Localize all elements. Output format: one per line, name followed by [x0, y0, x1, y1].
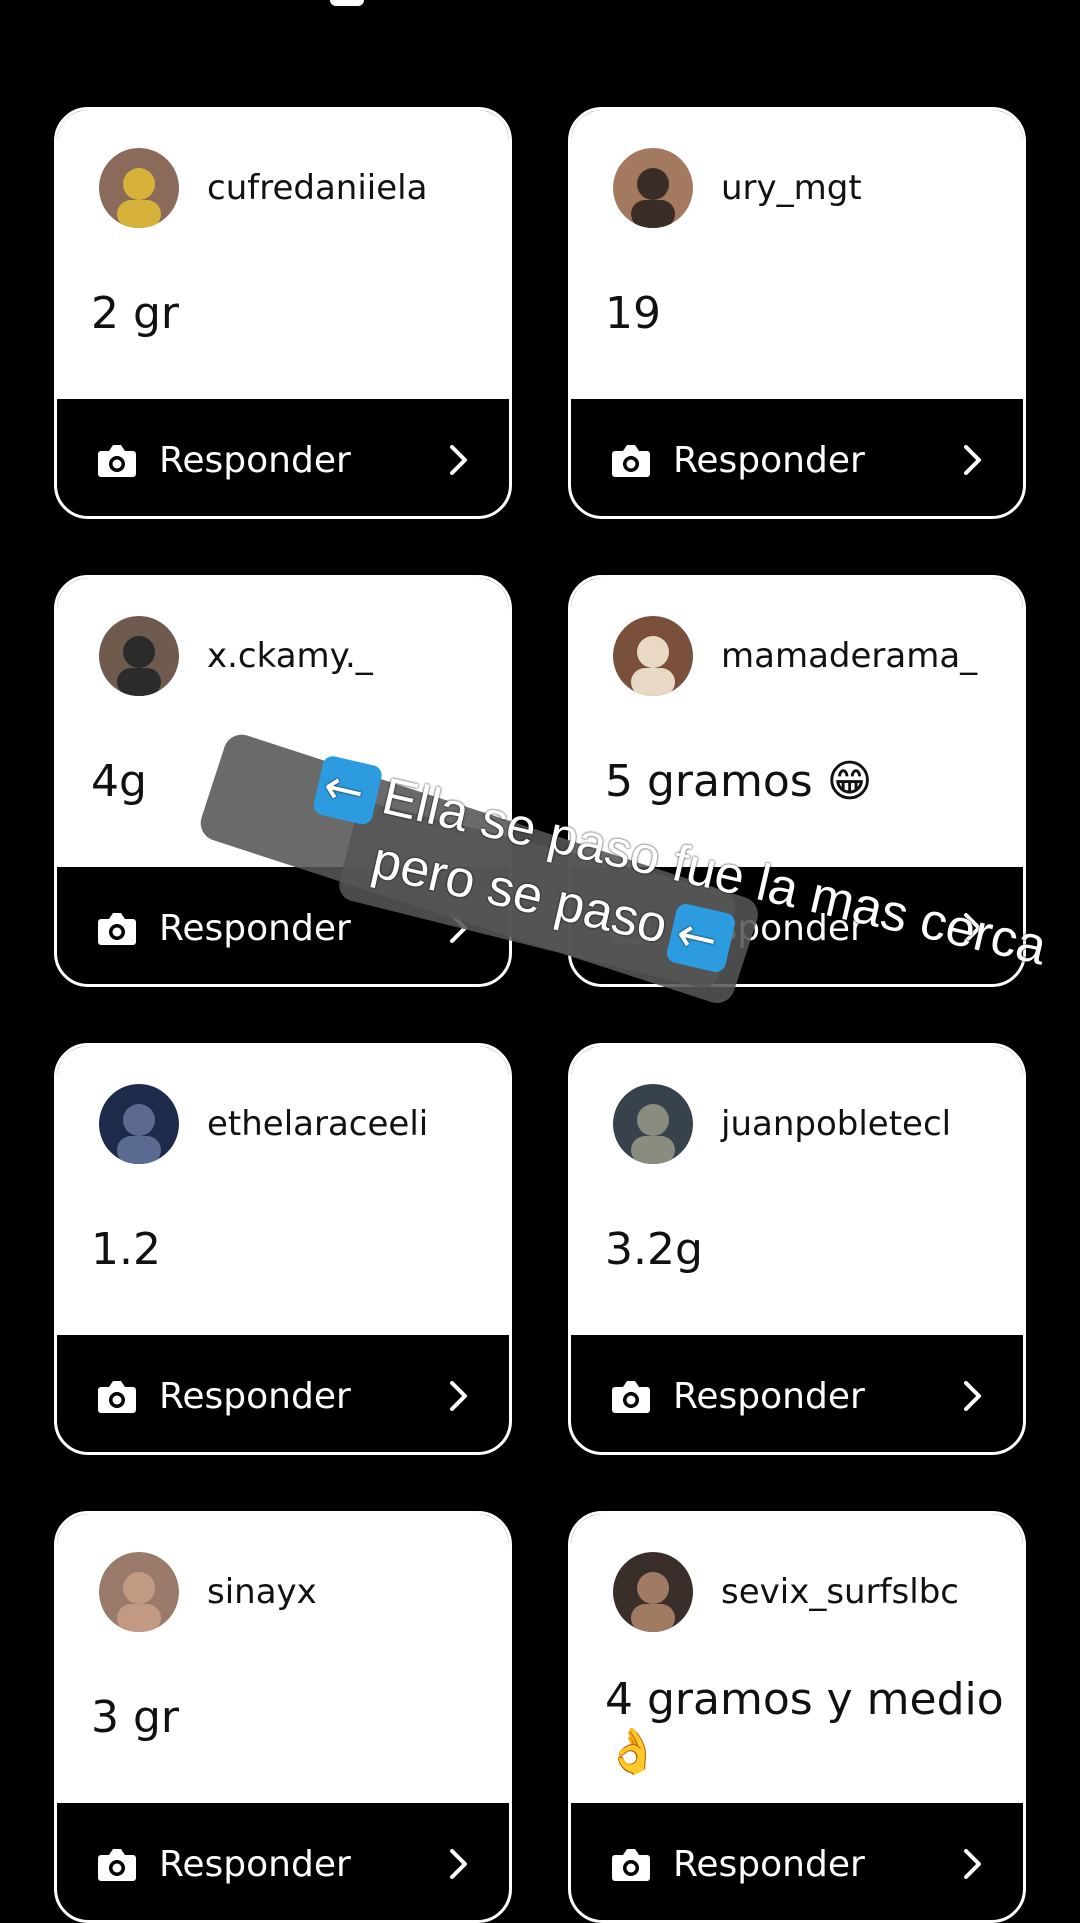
camera-icon: [98, 1381, 136, 1413]
avatar[interactable]: [613, 1552, 693, 1632]
chevron-right-icon: [450, 445, 467, 475]
answer-card: sinayx 3 gr Responder: [54, 1511, 512, 1923]
answer-text: 4g: [91, 756, 147, 807]
chevron-right-icon: [964, 1849, 981, 1879]
reply-label: Responder: [159, 1376, 351, 1417]
answer-card-content: cufredaniiela 2 gr: [57, 110, 509, 399]
reply-bar: Responder: [57, 867, 509, 984]
avatar[interactable]: [613, 1084, 693, 1164]
reply-button[interactable]: Responder: [57, 1803, 509, 1920]
reply-bar: Responder: [571, 1803, 1023, 1920]
answer-text: 2 gr: [91, 288, 179, 339]
username[interactable]: sinayx: [207, 1572, 317, 1612]
reply-label: Responder: [673, 1844, 865, 1885]
username[interactable]: juanpobletecl: [721, 1104, 951, 1144]
reply-bar: Responder: [57, 1803, 509, 1920]
reply-button[interactable]: Responder: [571, 1803, 1023, 1920]
reply-label: Responder: [673, 1376, 865, 1417]
answer-card-content: sevix_surfslbc 4 gramos y medio 👌: [571, 1514, 1023, 1803]
reply-bar: Responder: [571, 867, 1023, 984]
answer-card-content: ethelaraceeli 1.2: [57, 1046, 509, 1335]
reply-button[interactable]: Responder: [57, 1335, 509, 1452]
reply-button[interactable]: Responder: [57, 399, 509, 516]
top-edge: [0, 0, 1080, 24]
camera-icon: [98, 445, 136, 477]
username[interactable]: x.ckamy._: [207, 636, 373, 676]
camera-icon: [612, 1849, 650, 1881]
reply-bar: Responder: [571, 399, 1023, 516]
chevron-right-icon: [450, 1381, 467, 1411]
answer-text: 3.2g: [605, 1224, 703, 1275]
camera-icon: [612, 1381, 650, 1413]
reply-button[interactable]: Responder: [571, 399, 1023, 516]
chevron-right-icon: [964, 445, 981, 475]
reply-label: Responder: [159, 440, 351, 481]
answers-grid: cufredaniiela 2 gr Responder ury_mgt 19 …: [54, 107, 1026, 1923]
reply-bar: Responder: [571, 1335, 1023, 1452]
chevron-right-icon: [964, 1381, 981, 1411]
camera-icon: [98, 913, 136, 945]
username[interactable]: ethelaraceeli: [207, 1104, 428, 1144]
answer-card: ethelaraceeli 1.2 Responder: [54, 1043, 512, 1455]
reply-label: Responder: [159, 908, 351, 949]
username[interactable]: mamaderama_: [721, 636, 977, 676]
chevron-right-icon: [450, 913, 467, 943]
avatar[interactable]: [613, 616, 693, 696]
answer-card: juanpobletecl 3.2g Responder: [568, 1043, 1026, 1455]
avatar[interactable]: [99, 148, 179, 228]
username[interactable]: cufredaniiela: [207, 168, 427, 208]
reply-button[interactable]: Responder: [571, 867, 1023, 984]
answer-text: 3 gr: [91, 1692, 179, 1743]
answer-card-content: mamaderama_ 5 gramos 😁: [571, 578, 1023, 867]
camera-icon: [612, 445, 650, 477]
answer-card-content: x.ckamy._ 4g: [57, 578, 509, 867]
avatar[interactable]: [99, 1552, 179, 1632]
answer-card-content: juanpobletecl 3.2g: [571, 1046, 1023, 1335]
answer-card-content: sinayx 3 gr: [57, 1514, 509, 1803]
reply-bar: Responder: [57, 1335, 509, 1452]
answer-card-content: ury_mgt 19: [571, 110, 1023, 399]
answer-text: 4 gramos y medio 👌: [605, 1674, 1004, 1777]
answer-text: 5 gramos 😁: [605, 756, 873, 807]
answer-card: mamaderama_ 5 gramos 😁 Responder: [568, 575, 1026, 987]
chevron-right-icon: [964, 913, 981, 943]
reply-label: Responder: [673, 440, 865, 481]
answer-text: 1.2: [91, 1224, 161, 1275]
answer-text: 19: [605, 288, 661, 339]
username[interactable]: ury_mgt: [721, 168, 862, 208]
camera-icon: [612, 913, 650, 945]
avatar[interactable]: [613, 148, 693, 228]
reply-label: Responder: [159, 1844, 351, 1885]
answer-card: sevix_surfslbc 4 gramos y medio 👌 Respon…: [568, 1511, 1026, 1923]
chevron-right-icon: [450, 1849, 467, 1879]
title-fragment: [330, 0, 364, 6]
answer-card: cufredaniiela 2 gr Responder: [54, 107, 512, 519]
reply-bar: Responder: [57, 399, 509, 516]
reply-button[interactable]: Responder: [57, 867, 509, 984]
answer-card: ury_mgt 19 Responder: [568, 107, 1026, 519]
reply-button[interactable]: Responder: [571, 1335, 1023, 1452]
camera-icon: [98, 1849, 136, 1881]
username[interactable]: sevix_surfslbc: [721, 1572, 959, 1612]
reply-label: Responder: [673, 908, 865, 949]
avatar[interactable]: [99, 616, 179, 696]
avatar[interactable]: [99, 1084, 179, 1164]
answer-card: x.ckamy._ 4g Responder: [54, 575, 512, 987]
